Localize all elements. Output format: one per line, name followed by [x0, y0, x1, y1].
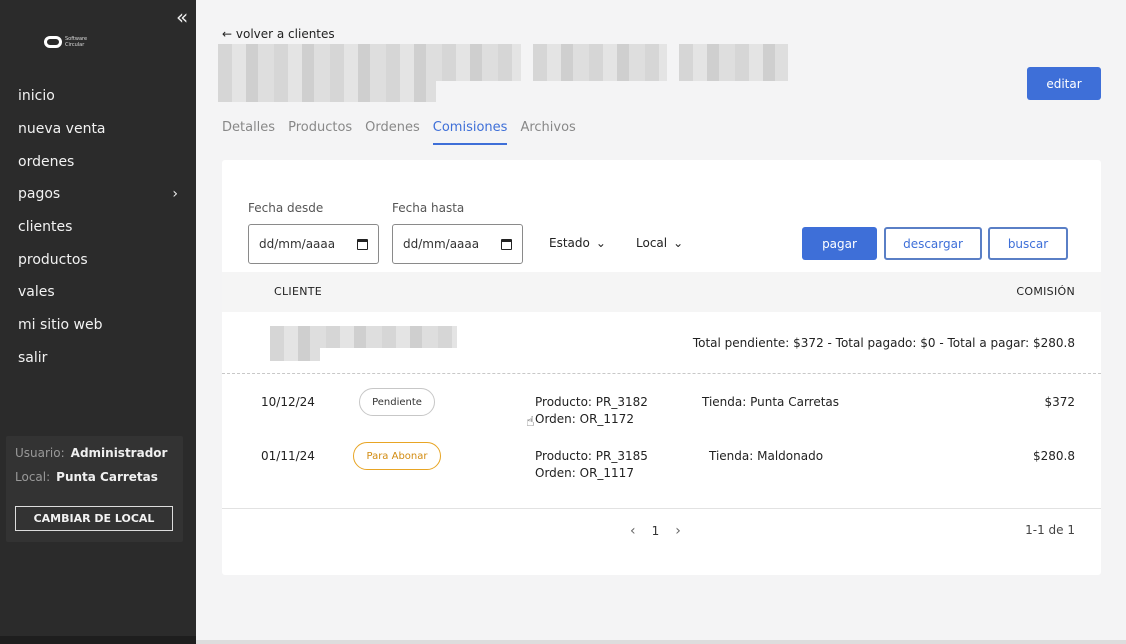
redacted-client-subtitle	[218, 81, 436, 102]
pagination-range: 1-1 de 1	[1025, 523, 1075, 537]
page-bottom-edge	[196, 640, 1126, 644]
tab-ordenes[interactable]: Ordenes	[365, 120, 420, 145]
row-amount: $372	[1044, 395, 1075, 409]
user-info-panel: Usuario: Administrador Local: Punta Carret…	[6, 436, 183, 542]
sidebar-item-nueva-venta[interactable]: nueva venta	[0, 113, 196, 146]
pay-button[interactable]: pagar	[802, 227, 877, 260]
change-local-button[interactable]: CAMBIAR DE LOCAL	[15, 506, 173, 531]
tab-detalles[interactable]: Detalles	[222, 120, 275, 145]
redacted-client-detail	[270, 348, 320, 361]
table-header: CLIENTE COMISIÓN	[222, 272, 1101, 312]
redacted-client-field	[533, 44, 667, 81]
sidebar: « Software Circular inicio nueva venta o…	[0, 0, 196, 644]
tab-productos[interactable]: Productos	[288, 120, 352, 145]
date-from-input[interactable]: dd/mm/aaaa	[248, 224, 379, 264]
sidebar-item-mi-sitio-web[interactable]: mi sitio web	[0, 309, 196, 342]
user-label: Usuario:	[15, 446, 65, 460]
prev-page-icon[interactable]: ‹	[630, 523, 636, 539]
logo-text: Software Circular	[65, 36, 88, 48]
current-page: 1	[651, 524, 660, 538]
logo-mark-icon	[44, 36, 62, 48]
sidebar-item-label: ordenes	[18, 153, 75, 170]
user-value: Administrador	[70, 446, 168, 460]
local-dropdown[interactable]: Local ⌄	[636, 236, 683, 250]
row-order: Orden: OR_1172	[535, 412, 634, 426]
calendar-icon[interactable]	[357, 238, 368, 250]
sidebar-nav: inicio nueva venta ordenes pagos › client…	[0, 80, 196, 374]
local-value: Punta Carretas	[56, 470, 158, 484]
local-row: Local: Punta Carretas	[15, 470, 158, 484]
user-row: Usuario: Administrador	[15, 446, 167, 460]
redacted-client-name	[270, 326, 457, 348]
collapse-sidebar-icon[interactable]: «	[176, 7, 188, 27]
column-header-comision: COMISIÓN	[1016, 285, 1075, 298]
calendar-icon[interactable]	[501, 238, 512, 250]
row-amount: $280.8	[1033, 449, 1075, 463]
row-product: Producto: PR_3185	[535, 449, 648, 463]
status-badge: Para Abonar	[353, 442, 441, 470]
back-to-clients-link[interactable]: ← volver a clientes	[222, 27, 335, 41]
date-to-placeholder: dd/mm/aaaa	[403, 237, 480, 251]
tab-comisiones[interactable]: Comisiones	[432, 120, 508, 145]
search-button[interactable]: buscar	[988, 227, 1068, 260]
pagination: ‹ 1 ›	[630, 523, 681, 539]
row-order: Orden: OR_1117	[535, 466, 634, 480]
edit-button[interactable]: editar	[1027, 67, 1101, 100]
date-from-label: Fecha desde	[248, 201, 324, 215]
sidebar-item-productos[interactable]: productos	[0, 243, 196, 276]
sidebar-item-label: nueva venta	[18, 121, 106, 138]
date-to-label: Fecha hasta	[392, 201, 465, 215]
column-header-cliente: CLIENTE	[274, 285, 323, 298]
date-to-input[interactable]: dd/mm/aaaa	[392, 224, 523, 264]
sidebar-item-clientes[interactable]: clientes	[0, 211, 196, 244]
redacted-client-field	[679, 44, 788, 81]
table-row: 10/12/24 Pendiente Producto: PR_3182 Ord…	[222, 386, 1101, 440]
row-store: Tienda: Maldonado	[709, 449, 824, 463]
download-button[interactable]: descargar	[884, 227, 982, 260]
chevron-down-icon: ⌄	[673, 236, 684, 250]
status-badge: Pendiente	[359, 388, 435, 416]
tab-bar: Detalles Productos Ordenes Comisiones Ar…	[222, 120, 589, 145]
sidebar-item-label: clientes	[18, 219, 73, 236]
row-store: Tienda: Punta Carretas	[702, 395, 840, 409]
local-label: Local:	[15, 470, 51, 484]
sidebar-item-inicio[interactable]: inicio	[0, 80, 196, 113]
sidebar-item-label: mi sitio web	[18, 317, 103, 334]
sidebar-item-salir[interactable]: salir	[0, 342, 196, 375]
group-totals: Total pendiente: $372 - Total pagado: $0…	[692, 336, 1075, 350]
sidebar-item-label: productos	[18, 251, 88, 268]
date-from-placeholder: dd/mm/aaaa	[259, 237, 336, 251]
sidebar-item-label: salir	[18, 349, 48, 366]
chevron-right-icon: ›	[172, 186, 178, 203]
logo: Software Circular	[44, 36, 95, 48]
commissions-card: Fecha desde dd/mm/aaaa Fecha hasta dd/mm…	[222, 160, 1101, 575]
sidebar-item-pagos[interactable]: pagos ›	[0, 178, 196, 211]
row-date: 01/11/24	[261, 449, 315, 463]
estado-label: Estado	[549, 236, 590, 250]
redacted-client-name	[218, 44, 521, 81]
row-date: 10/12/24	[261, 395, 315, 409]
sidebar-footer	[0, 636, 196, 644]
hand-cursor-icon: ☝	[526, 414, 535, 430]
local-filter-label: Local	[636, 236, 668, 250]
sidebar-item-vales[interactable]: vales	[0, 276, 196, 309]
chevron-down-icon: ⌄	[595, 236, 606, 250]
sidebar-item-ordenes[interactable]: ordenes	[0, 145, 196, 178]
sidebar-item-label: vales	[18, 284, 55, 301]
row-product: Producto: PR_3182	[535, 395, 648, 409]
client-group-row: Total pendiente: $372 - Total pagado: $0…	[222, 312, 1101, 374]
sidebar-item-label: inicio	[18, 88, 55, 105]
next-page-icon[interactable]: ›	[675, 523, 681, 539]
table-row: 01/11/24 Para Abonar Producto: PR_3185 O…	[222, 440, 1101, 494]
tab-archivos[interactable]: Archivos	[520, 120, 575, 145]
estado-dropdown[interactable]: Estado ⌄	[549, 236, 606, 250]
sidebar-item-label: pagos	[18, 186, 61, 203]
table-footer: ‹ 1 › 1-1 de 1	[222, 508, 1101, 575]
